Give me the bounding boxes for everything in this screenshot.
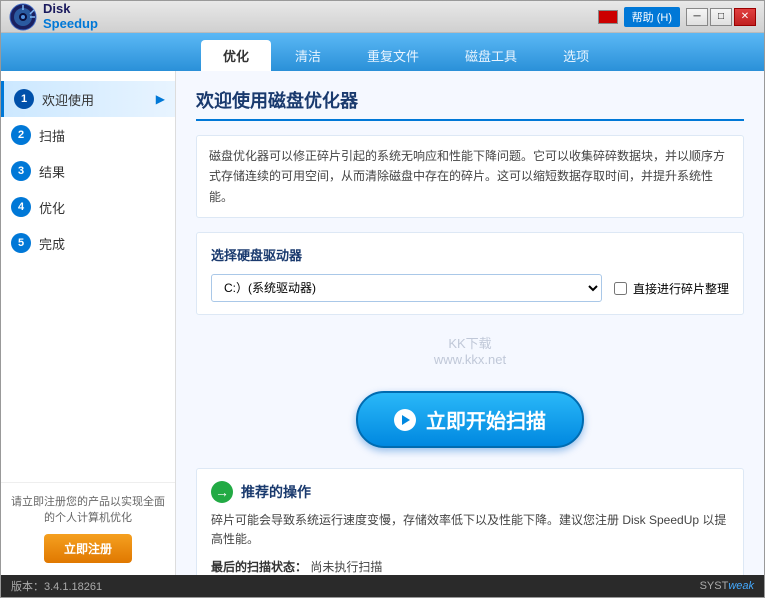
disk-speedup-logo-icon [9, 3, 37, 31]
maximize-button[interactable]: □ [710, 8, 732, 26]
step-4-label: 优化 [39, 198, 65, 217]
tab-disk-tools[interactable]: 磁盘工具 [443, 40, 539, 71]
sidebar-item-scan[interactable]: 2 扫描 [1, 117, 175, 153]
step-2-number: 2 [11, 125, 31, 145]
title-bar: Disk Speedup 帮助 (H) ─ □ ✕ [1, 1, 764, 33]
version-bar: 版本：3.4.1.18261 SYSTweak [1, 575, 764, 597]
register-text: 请立即注册您的产品以实现全面的个人计算机优化 [11, 495, 165, 526]
step-1-arrow: ▶ [156, 92, 165, 106]
drive-section-title: 选择硬盘驱动器 [211, 245, 729, 264]
sidebar-item-optimize[interactable]: 4 优化 [1, 189, 175, 225]
recommendation-box: → 推荐的操作 碎片可能会导致系统运行速度变慢，存储效率低下以及性能下降。建议您… [196, 468, 744, 575]
content-area: 欢迎使用磁盘优化器 磁盘优化器可以修正碎片引起的系统无响应和性能下降问题。它可以… [176, 71, 764, 575]
help-button[interactable]: 帮助 (H) [624, 7, 680, 27]
step-3-label: 结果 [39, 162, 65, 181]
tab-options[interactable]: 选项 [541, 40, 611, 71]
sidebar-register-section: 请立即注册您的产品以实现全面的个人计算机优化 立即注册 [1, 482, 175, 575]
drive-section: 选择硬盘驱动器 C:）(系统驱动器) 直接进行碎片整理 [196, 232, 744, 315]
language-flag[interactable] [598, 10, 618, 24]
tab-duplicate[interactable]: 重复文件 [345, 40, 441, 71]
nav-tabs: 优化 清洁 重复文件 磁盘工具 选项 [1, 33, 764, 71]
scan-button-label: 立即开始扫描 [426, 405, 546, 434]
main-layout: 1 欢迎使用 ▶ 2 扫描 3 结果 4 优化 5 完成 请立即注册您 [1, 71, 764, 575]
main-window: Disk Speedup 帮助 (H) ─ □ ✕ 优化 清洁 重复文件 磁盘工… [0, 0, 765, 598]
sidebar-item-results[interactable]: 3 结果 [1, 153, 175, 189]
scan-play-icon [394, 409, 416, 431]
rec-status-label: 最后的扫描状态： [211, 560, 307, 574]
logo-speedup: Speedup [43, 17, 98, 31]
step-1-number: 1 [14, 89, 34, 109]
tab-clean[interactable]: 清洁 [273, 40, 343, 71]
step-4-number: 4 [11, 197, 31, 217]
sidebar-item-welcome[interactable]: 1 欢迎使用 ▶ [1, 81, 175, 117]
defrag-checkbox-label: 直接进行碎片整理 [633, 280, 729, 297]
logo-text: Disk Speedup [43, 2, 98, 31]
defrag-checkbox[interactable] [614, 282, 627, 295]
drive-row: C:）(系统驱动器) 直接进行碎片整理 [211, 274, 729, 302]
drive-select[interactable]: C:）(系统驱动器) [211, 274, 602, 302]
defrag-checkbox-row: 直接进行碎片整理 [614, 280, 729, 297]
rec-status-value: 尚未执行扫描 [310, 560, 382, 574]
tab-optimize[interactable]: 优化 [201, 40, 271, 71]
step-1-label: 欢迎使用 [42, 90, 94, 109]
systweak-brand: SYSTweak [700, 580, 754, 592]
scan-button-wrapper: 立即开始扫描 [196, 391, 744, 448]
version-text: 版本：3.4.1.18261 [11, 578, 102, 594]
step-2-label: 扫描 [39, 126, 65, 145]
rec-status: 最后的扫描状态： 尚未执行扫描 [211, 558, 729, 575]
rec-description: 碎片可能会导致系统运行速度变慢，存储效率低下以及性能下降。建议您注册 Disk … [211, 511, 729, 549]
page-title: 欢迎使用磁盘优化器 [196, 87, 744, 121]
watermark-text-2: www.kkx.net [434, 352, 506, 367]
sidebar-item-complete[interactable]: 5 完成 [1, 225, 175, 261]
content-description: 磁盘优化器可以修正碎片引起的系统无响应和性能下降问题。它可以收集碎碎数据块，并以… [196, 135, 744, 218]
step-3-number: 3 [11, 161, 31, 181]
rec-title-row: → 推荐的操作 [211, 481, 729, 503]
minimize-button[interactable]: ─ [686, 8, 708, 26]
watermark-text-1: KK下载 [448, 336, 491, 351]
scan-button[interactable]: 立即开始扫描 [356, 391, 584, 448]
register-button[interactable]: 立即注册 [44, 534, 132, 563]
step-5-number: 5 [11, 233, 31, 253]
title-bar-left: Disk Speedup [9, 2, 98, 31]
rec-title: 推荐的操作 [241, 482, 311, 502]
logo-disk: Disk [43, 2, 98, 16]
close-button[interactable]: ✕ [734, 8, 756, 26]
rec-icon: → [211, 481, 233, 503]
sidebar: 1 欢迎使用 ▶ 2 扫描 3 结果 4 优化 5 完成 请立即注册您 [1, 71, 176, 575]
window-controls: ─ □ ✕ [686, 8, 756, 26]
watermark: KK下载 www.kkx.net [196, 329, 744, 371]
step-5-label: 完成 [39, 234, 65, 253]
title-bar-right: 帮助 (H) ─ □ ✕ [598, 7, 756, 27]
